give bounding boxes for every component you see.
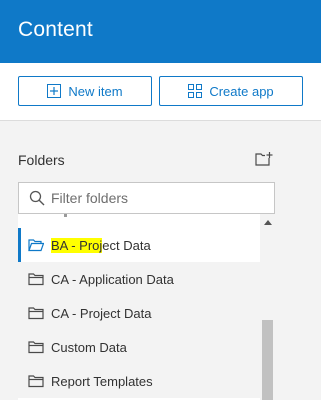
folder-icon [28,307,44,320]
new-item-label: New item [68,83,123,99]
folder-item-report-templates[interactable]: Report Templates [18,364,260,398]
folder-label: Report Templates [51,373,153,389]
folder-label: Custom Data [51,339,127,355]
create-app-label: Create app [209,83,274,99]
scroll-up-arrow-icon[interactable] [264,220,272,225]
create-app-button[interactable]: Create app [159,76,303,106]
folder-icon [28,273,44,286]
folder-item-ca-project-data[interactable]: CA - Project Data [18,296,260,330]
folder-label: BA - Project Data [51,237,151,253]
folder-label: CA - Project Data [51,305,152,321]
folder-item-ba-project-data[interactable]: BA - Project Data [18,228,260,262]
folders-section-label: Folders [18,152,65,168]
content-header: Content [0,0,321,63]
folder-list: BA - Project Data CA - Application Data … [18,214,260,400]
folder-label-rest: ect Data [102,237,151,253]
search-highlight: BA - Proj [51,237,103,253]
folder-item-custom-data[interactable]: Custom Data [18,330,260,364]
apps-grid-icon [188,84,203,98]
folder-filter-box [18,182,275,214]
folder-open-icon [28,239,44,252]
new-folder-icon[interactable] [255,151,273,167]
filter-folders-input[interactable] [51,190,271,206]
page-title: Content [18,18,93,41]
selected-indicator [18,228,21,262]
plus-square-icon [47,84,62,98]
clipped-text-fragment [64,214,67,217]
search-icon [29,190,45,206]
content-page: Content New item Create app Folders Filt… [0,0,321,400]
folder-icon [28,341,44,354]
new-item-button[interactable]: New item [18,76,152,106]
folder-list-scrollbar[interactable] [261,214,275,400]
list-item[interactable] [18,214,260,228]
folder-item-ca-application-data[interactable]: CA - Application Data [18,262,260,296]
scroll-thumb[interactable] [262,320,273,400]
folder-icon [28,375,44,388]
action-bar: New item Create app [0,63,321,121]
folder-label: CA - Application Data [51,271,174,287]
